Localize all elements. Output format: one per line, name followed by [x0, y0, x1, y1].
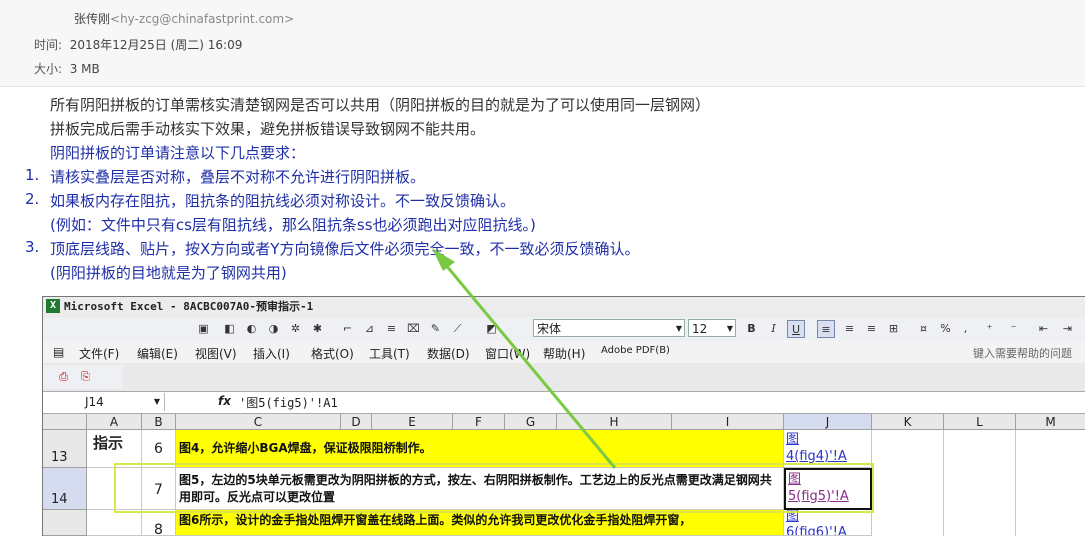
annotation-arrow	[432, 248, 617, 469]
arrow-line	[438, 257, 617, 469]
arrow-head	[432, 248, 455, 271]
